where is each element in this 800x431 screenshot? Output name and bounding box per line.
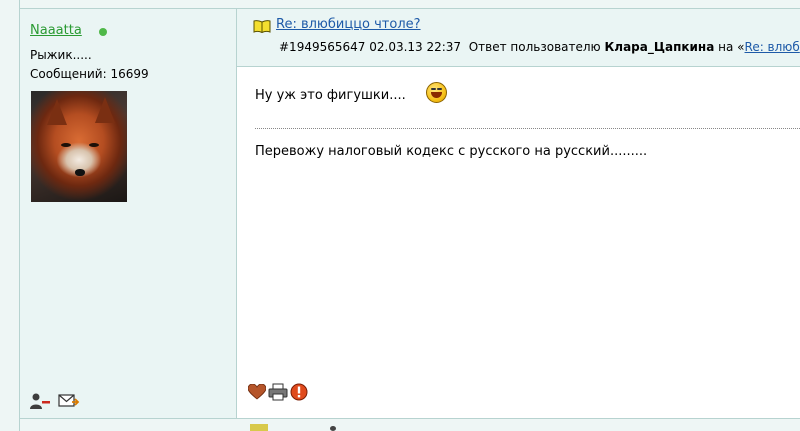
signature-text: Перевожу налоговый кодекс с русского на … [255,144,648,159]
username-link[interactable]: Naaatta [30,23,82,38]
avatar-eye-right [89,143,99,147]
avatar[interactable] [31,91,127,202]
report-icon[interactable] [290,383,310,401]
next-post-fragment [330,426,336,431]
user-remove-icon[interactable] [30,392,50,409]
user-status: Рыжик..... [30,48,92,62]
message-count: Сообщений: 16699 [30,67,149,81]
book-icon [253,20,271,34]
reply-on-label: на « [718,40,745,54]
bottom-divider [19,418,800,419]
avatar-ear-left [47,99,67,125]
smiley-mouth [431,92,442,98]
reply-label: Ответ пользователю [468,40,601,54]
smiley-eye-right [437,88,442,90]
avatar-ear-right [95,97,115,123]
post-title-link[interactable]: Re: влюбиццо чтоле? [276,17,421,32]
avatar-nose [75,169,85,176]
post-header: Re: влюбиццо чтоле? #1949565647 02.03.13… [237,9,800,67]
next-post-book-icon [250,424,268,431]
reply-user[interactable]: Клара_Цапкина [604,40,714,54]
reply-thread-link[interactable]: Re: влюб [745,40,800,54]
post-id[interactable]: #1949565647 [279,40,365,54]
author-sidebar: Naaatta Рыжик..... Сообщений: 16699 [20,9,237,418]
post-meta: #1949565647 02.03.13 22:37 Ответ пользов… [279,40,800,54]
heart-icon[interactable] [247,383,268,400]
avatar-eye-left [61,143,71,147]
post-body: Ну уж это фигушки.... Перевожу налоговый… [237,67,800,418]
post-date: 02.03.13 22:37 [369,40,462,54]
mail-icon[interactable] [58,393,80,409]
laughing-smiley-icon [426,82,447,103]
print-icon[interactable] [268,383,288,401]
online-status-icon [99,28,107,36]
post-text-line-1: Ну уж это фигушки.... [255,88,406,103]
signature-divider [255,128,800,129]
smiley-eye-left [431,88,436,90]
